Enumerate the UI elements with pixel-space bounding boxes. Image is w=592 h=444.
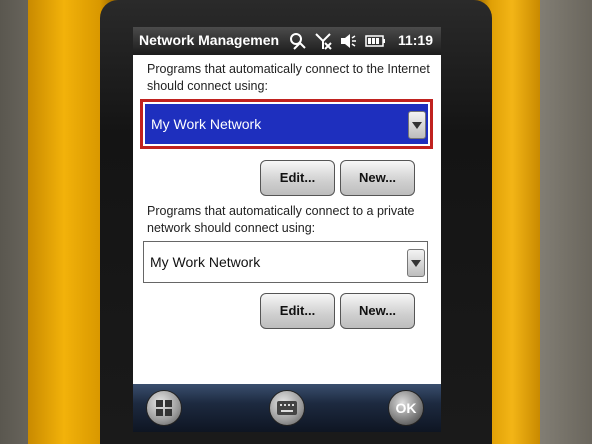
window-title: Network Managemen <box>139 32 280 48</box>
chevron-down-icon[interactable] <box>407 249 425 277</box>
soft-key-bar: OK <box>133 384 441 432</box>
internet-connection-label: Programs that automatically connect to t… <box>147 62 430 93</box>
device-screen: Network Managemen 11:19 Programs that au… <box>133 27 441 432</box>
keyboard-icon[interactable] <box>269 390 305 426</box>
connectivity-icon[interactable] <box>288 31 308 51</box>
volume-icon[interactable] <box>338 31 358 51</box>
private-network-value: My Work Network <box>150 254 261 270</box>
private-new-button[interactable]: New... <box>340 293 415 329</box>
windows-start-icon[interactable] <box>146 390 182 426</box>
no-signal-icon[interactable] <box>313 31 333 51</box>
internet-network-select[interactable]: My Work Network <box>140 99 433 149</box>
internet-network-value: My Work Network <box>151 116 262 132</box>
private-network-select[interactable]: My Work Network <box>143 241 428 283</box>
battery-icon[interactable] <box>364 31 386 51</box>
ok-button[interactable]: OK <box>388 390 424 426</box>
title-bar: Network Managemen 11:19 <box>133 27 441 55</box>
private-edit-button[interactable]: Edit... <box>260 293 335 329</box>
internet-edit-button[interactable]: Edit... <box>260 160 335 196</box>
private-connection-label: Programs that automatically connect to a… <box>147 204 415 235</box>
chevron-down-icon[interactable] <box>408 111 426 139</box>
clock: 11:19 <box>397 32 433 48</box>
internet-new-button[interactable]: New... <box>340 160 415 196</box>
